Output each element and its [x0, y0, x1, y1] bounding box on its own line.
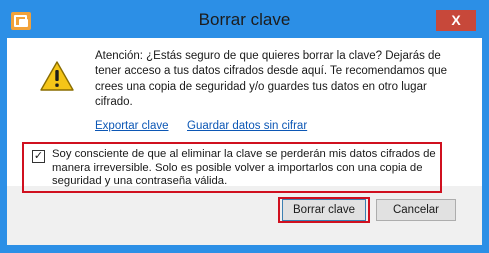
delete-key-button[interactable]: Borrar clave [282, 199, 366, 221]
dialog-window: Borrar clave X Atención: ¿Estás seguro d… [0, 0, 489, 253]
confirm-checkbox-label[interactable]: Soy consciente de que al eliminar la cla… [52, 148, 438, 189]
cancel-button[interactable]: Cancelar [376, 199, 456, 221]
confirm-checkbox[interactable]: ✓ [32, 150, 45, 163]
warning-message: Atención: ¿Estás seguro de que quieres b… [95, 50, 448, 109]
save-unencrypted-link[interactable]: Guardar datos sin cifrar [187, 120, 307, 132]
window-title: Borrar clave [198, 10, 291, 29]
export-key-link[interactable]: Exportar clave [95, 120, 169, 132]
dialog-body: Atención: ¿Estás seguro de que quieres b… [7, 38, 482, 245]
title-bar[interactable]: Borrar clave X [0, 0, 489, 40]
warning-triangle-icon [40, 61, 74, 91]
close-button[interactable]: X [436, 10, 476, 31]
